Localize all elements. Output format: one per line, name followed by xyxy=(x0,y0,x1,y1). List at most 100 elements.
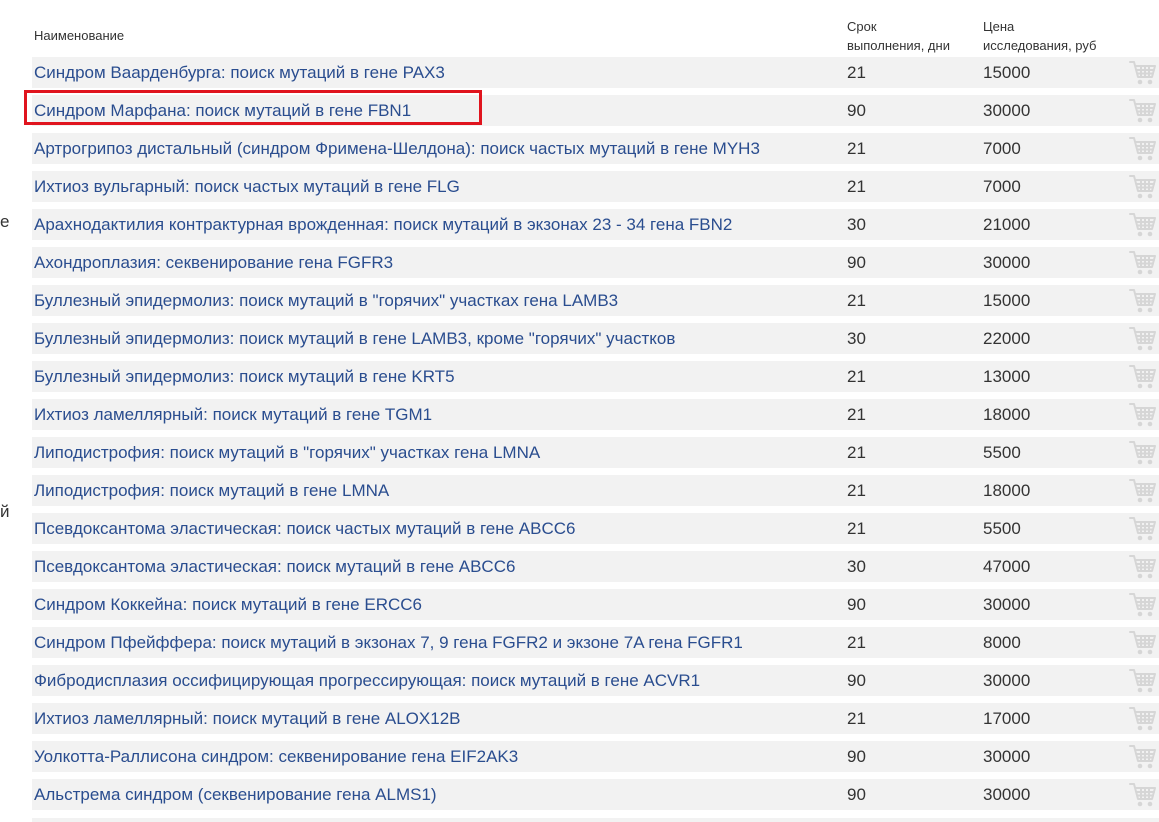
test-name-link[interactable]: Ахондроплазия: секвенирование гена FGFR3 xyxy=(34,247,393,278)
test-price: 21000 xyxy=(983,215,1031,234)
test-name-link[interactable]: Синдром Ваарденбурга: поиск мутаций в ге… xyxy=(34,57,445,88)
test-price: 15000 xyxy=(983,291,1031,310)
test-name-link[interactable]: Буллезный эпидермолиз: поиск мутаций в г… xyxy=(34,361,455,392)
test-name-link[interactable]: Ихтиоз вульгарный: поиск частых мутаций … xyxy=(34,171,460,202)
cart-icon-svg xyxy=(1129,99,1156,123)
test-name-link[interactable]: Псевдоксантома эластическая: поиск часты… xyxy=(34,513,576,544)
test-name-link[interactable]: Синдром Коккейна: поиск мутаций в гене E… xyxy=(34,589,422,620)
table-row: Синдром Коккейна: поиск мутаций в гене E… xyxy=(32,589,1159,620)
turnaround-days: 21 xyxy=(847,291,866,310)
test-price: 18000 xyxy=(983,481,1031,500)
table-row: Буллезный эпидермолиз: поиск мутаций в "… xyxy=(32,285,1159,316)
cart-icon[interactable] xyxy=(1129,705,1157,732)
turnaround-days: 21 xyxy=(847,139,866,158)
cart-icon[interactable] xyxy=(1129,439,1157,466)
turnaround-days: 30 xyxy=(847,215,866,234)
cart-icon[interactable] xyxy=(1129,97,1157,124)
cart-icon[interactable] xyxy=(1129,781,1157,808)
table-row: Липодистрофия: поиск мутаций в гене LMNA… xyxy=(32,475,1159,506)
test-price: 8000 xyxy=(983,633,1021,652)
turnaround-days: 21 xyxy=(847,367,866,386)
cart-icon-svg xyxy=(1129,137,1156,161)
cart-icon[interactable] xyxy=(1129,325,1157,352)
table-row: Ихтиоз ламеллярный: поиск мутаций в гене… xyxy=(32,399,1159,430)
table-row: Арахнодактилия контрактурная врожденная:… xyxy=(32,209,1159,240)
cart-icon-svg xyxy=(1129,745,1156,769)
cart-icon[interactable] xyxy=(1129,667,1157,694)
cart-icon[interactable] xyxy=(1129,629,1157,656)
cart-icon[interactable] xyxy=(1129,173,1157,200)
turnaround-days: 90 xyxy=(847,595,866,614)
test-price: 17000 xyxy=(983,709,1031,728)
cart-icon-svg xyxy=(1129,327,1156,351)
turnaround-days: 90 xyxy=(847,101,866,120)
test-price: 30000 xyxy=(983,785,1031,804)
cart-icon-svg xyxy=(1129,289,1156,313)
cart-icon-svg xyxy=(1129,669,1156,693)
test-name-link[interactable]: Липодистрофия: поиск мутаций в гене LMNA xyxy=(34,475,389,506)
cart-icon-svg xyxy=(1129,61,1156,85)
test-name-link[interactable]: Альстрема синдром (секвенирование гена A… xyxy=(34,779,437,810)
cart-icon[interactable] xyxy=(1129,249,1157,276)
cart-icon-svg xyxy=(1129,441,1156,465)
test-name-link[interactable]: Липодистрофия: поиск мутаций в "горячих"… xyxy=(34,437,540,468)
column-header-days-line1: Срок xyxy=(847,19,877,34)
turnaround-days: 30 xyxy=(847,329,866,348)
cart-icon-svg xyxy=(1129,707,1156,731)
cart-icon-svg xyxy=(1129,555,1156,579)
test-name-link[interactable]: Ихтиоз ламеллярный: поиск мутаций в гене… xyxy=(34,703,461,734)
test-price: 18000 xyxy=(983,405,1031,424)
table-row: Псевдоксантома эластическая: поиск часты… xyxy=(32,513,1159,544)
cart-icon-svg xyxy=(1129,365,1156,389)
cart-icon[interactable] xyxy=(1129,135,1157,162)
turnaround-days: 90 xyxy=(847,785,866,804)
cart-icon[interactable] xyxy=(1129,477,1157,504)
test-name-link[interactable]: Буллезный эпидермолиз: поиск мутаций в "… xyxy=(34,285,618,316)
cart-icon-svg xyxy=(1129,479,1156,503)
cart-icon-svg xyxy=(1129,631,1156,655)
cart-icon[interactable] xyxy=(1129,363,1157,390)
column-header-name: Наименование xyxy=(34,28,125,43)
cart-icon-svg xyxy=(1129,517,1156,541)
turnaround-days: 21 xyxy=(847,481,866,500)
cart-icon[interactable] xyxy=(1129,287,1157,314)
cart-icon[interactable] xyxy=(1129,401,1157,428)
tests-table-body: Синдром Ваарденбурга: поиск мутаций в ге… xyxy=(32,57,1159,817)
turnaround-days: 21 xyxy=(847,709,866,728)
test-name-link[interactable]: Артрогрипоз дистальный (синдром Фримена-… xyxy=(34,133,760,164)
test-name-link[interactable]: Арахнодактилия контрактурная врожденная:… xyxy=(34,209,732,240)
turnaround-days: 30 xyxy=(847,557,866,576)
column-header-days-line2: выполнения, дни xyxy=(847,38,950,53)
test-name-link[interactable]: Синдром Марфана: поиск мутаций в гене FB… xyxy=(34,95,411,126)
edge-text-fragment: й xyxy=(0,502,10,521)
test-price: 30000 xyxy=(983,253,1031,272)
column-header-days: Срок выполнения, дни xyxy=(847,17,950,55)
column-header-price-line1: Цена xyxy=(983,19,1015,34)
cart-icon-svg xyxy=(1129,593,1156,617)
cart-icon-svg xyxy=(1129,403,1156,427)
test-name-link[interactable]: Фибродисплазия оссифицирующая прогрессир… xyxy=(34,665,700,696)
column-header-price-line2: исследования, руб xyxy=(983,38,1097,53)
turnaround-days: 21 xyxy=(847,63,866,82)
cart-icon-svg xyxy=(1129,175,1156,199)
table-row: Псевдоксантома эластическая: поиск мутац… xyxy=(32,551,1159,582)
test-name-link[interactable]: Уолкотта-Раллисона синдром: секвенирован… xyxy=(34,741,518,772)
test-price: 15000 xyxy=(983,63,1031,82)
test-price: 30000 xyxy=(983,101,1031,120)
test-name-link[interactable]: Псевдоксантома эластическая: поиск мутац… xyxy=(34,551,515,582)
cart-icon[interactable] xyxy=(1129,743,1157,770)
cart-icon[interactable] xyxy=(1129,591,1157,618)
cart-icon[interactable] xyxy=(1129,553,1157,580)
test-name-link[interactable]: Синдром Пфейффера: поиск мутаций в экзон… xyxy=(34,627,743,658)
test-name-link[interactable]: Ихтиоз ламеллярный: поиск мутаций в гене… xyxy=(34,399,432,430)
test-price: 30000 xyxy=(983,747,1031,766)
table-header: Наименование Срок выполнения, дни Цена и… xyxy=(32,15,1159,57)
turnaround-days: 21 xyxy=(847,405,866,424)
page: е й Наименование Срок выполнения, дни Це… xyxy=(0,0,1159,822)
test-price: 7000 xyxy=(983,139,1021,158)
cart-icon[interactable] xyxy=(1129,515,1157,542)
test-name-link[interactable]: Буллезный эпидермолиз: поиск мутаций в г… xyxy=(34,323,675,354)
cart-icon[interactable] xyxy=(1129,59,1157,86)
test-price: 5500 xyxy=(983,519,1021,538)
cart-icon[interactable] xyxy=(1129,211,1157,238)
